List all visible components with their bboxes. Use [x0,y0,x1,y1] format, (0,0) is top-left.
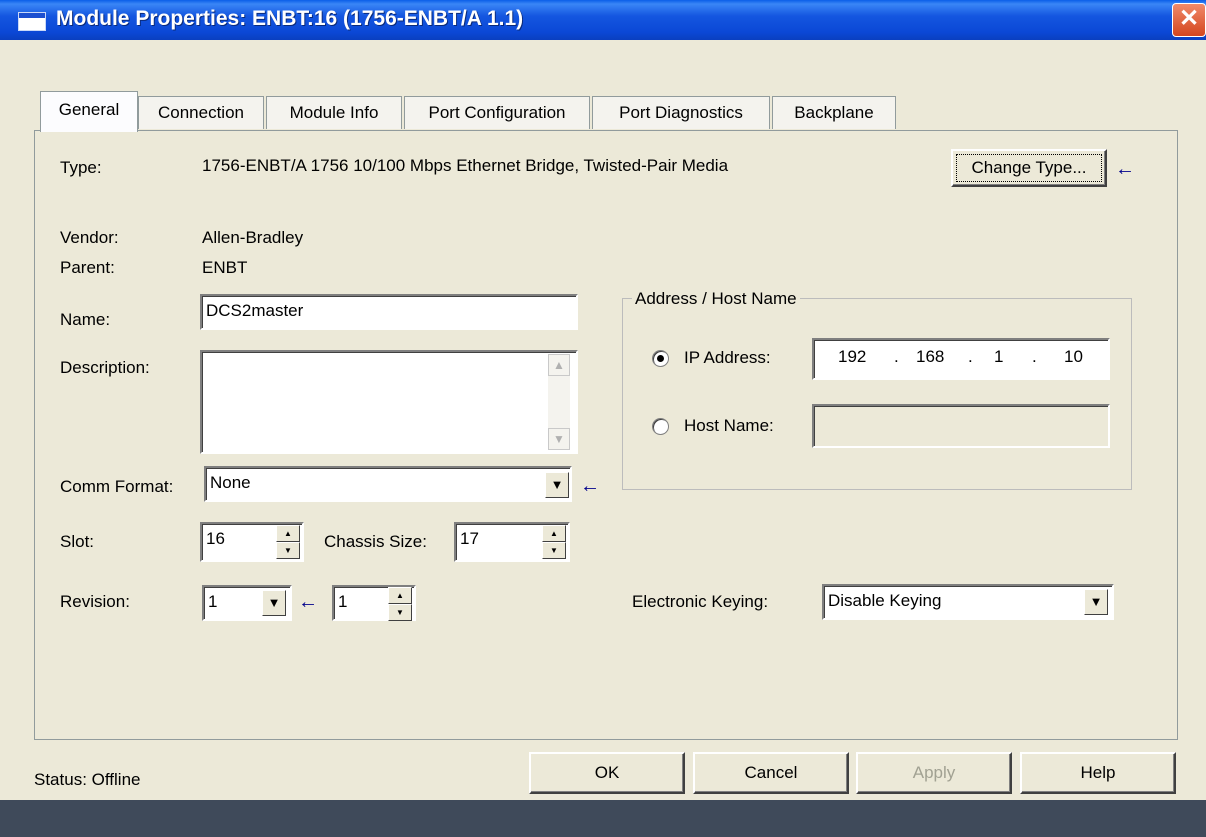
host-name-radio[interactable] [652,418,669,435]
ip-octet-3: 1 [994,347,1004,366]
help-button[interactable]: Help [1020,752,1176,794]
parent-label: Parent: [60,258,115,277]
ip-octet-4: 10 [1064,347,1083,366]
type-label: Type: [60,158,102,177]
window-icon [18,12,46,31]
comm-format-label: Comm Format: [60,477,174,496]
slot-spin-buttons[interactable]: ▲ ▼ [276,525,300,559]
tab-module-info[interactable]: Module Info [266,96,402,129]
spin-up-icon[interactable]: ▲ [388,587,412,604]
comm-format-indicator-icon: ← [580,475,600,497]
change-type-indicator-icon: ← [1115,158,1135,180]
name-label: Name: [60,310,111,329]
tab-port-configuration[interactable]: Port Configuration [404,96,590,129]
parent-value: ENBT [202,258,248,277]
spin-up-icon[interactable]: ▲ [276,525,300,542]
address-group-box [622,298,1132,490]
host-name-label: Host Name: [684,416,774,435]
tab-general[interactable]: General [40,91,138,132]
slot-value: 16 [206,529,225,548]
comm-format-value: None [210,473,251,492]
ip-octet-2: 168 [916,347,945,366]
revision-major-value: 1 [208,592,218,611]
description-label: Description: [60,358,150,377]
chassis-size-label: Chassis Size: [324,532,427,551]
comm-format-dropdown-icon[interactable]: ▼ [545,472,569,498]
status-value: Offline [91,770,141,789]
vendor-value: Allen-Bradley [202,228,304,247]
description-textarea[interactable] [200,350,578,454]
chassis-size-value: 17 [460,529,479,548]
ip-address-label: IP Address: [684,348,771,367]
revision-minor-value: 1 [338,592,348,611]
revision-spin-buttons[interactable]: ▲ ▼ [388,587,412,621]
ok-button[interactable]: OK [529,752,685,794]
comm-format-select[interactable]: None [204,466,572,502]
description-scrollbar[interactable]: ▲ ▼ [548,354,570,450]
chassis-spin-buttons[interactable]: ▲ ▼ [542,525,566,559]
close-button[interactable]: ✕ [1172,3,1206,37]
scroll-up-icon[interactable]: ▲ [548,354,570,376]
scroll-down-icon[interactable]: ▼ [548,428,570,450]
ip-octet-1: 192 [838,347,867,366]
electronic-keying-label: Electronic Keying: [632,592,769,611]
tab-port-diagnostics[interactable]: Port Diagnostics [592,96,770,129]
status-label: Status: Offline [34,770,141,789]
revision-dropdown-icon[interactable]: ▼ [262,590,286,616]
spin-down-icon[interactable]: ▼ [542,542,566,559]
apply-button[interactable]: Apply [856,752,1012,794]
tab-backplane[interactable]: Backplane [772,96,896,129]
revision-indicator-icon: ← [298,591,318,613]
address-group-label: Address / Host Name [632,289,800,309]
electronic-keying-dropdown-icon[interactable]: ▼ [1084,589,1108,615]
close-icon: ✕ [1178,5,1200,32]
electronic-keying-value: Disable Keying [828,591,942,610]
spin-down-icon[interactable]: ▼ [388,604,412,621]
tab-connection[interactable]: Connection [138,96,264,129]
window-title: Module Properties: ENBT:16 (1756-ENBT/A … [56,7,524,30]
slot-label: Slot: [60,532,95,551]
type-value: 1756-ENBT/A 1756 10/100 Mbps Ethernet Br… [202,156,729,175]
spin-up-icon[interactable]: ▲ [542,525,566,542]
vendor-label: Vendor: [60,228,119,247]
ip-address-input[interactable]: 192 . 168 . 1 . 10 [812,338,1110,380]
change-type-button[interactable]: Change Type... [951,149,1107,187]
name-input[interactable]: DCS2master [200,294,578,330]
window-bottom-edge [0,800,1206,837]
cancel-button[interactable]: Cancel [693,752,849,794]
spin-down-icon[interactable]: ▼ [276,542,300,559]
ip-address-radio[interactable] [652,350,669,367]
revision-label: Revision: [60,592,130,611]
title-bar[interactable]: Module Properties: ENBT:16 (1756-ENBT/A … [0,0,1206,40]
host-name-input[interactable] [812,404,1110,448]
module-properties-dialog: Module Properties: ENBT:16 (1756-ENBT/A … [0,0,1206,837]
electronic-keying-select[interactable]: Disable Keying [822,584,1114,620]
